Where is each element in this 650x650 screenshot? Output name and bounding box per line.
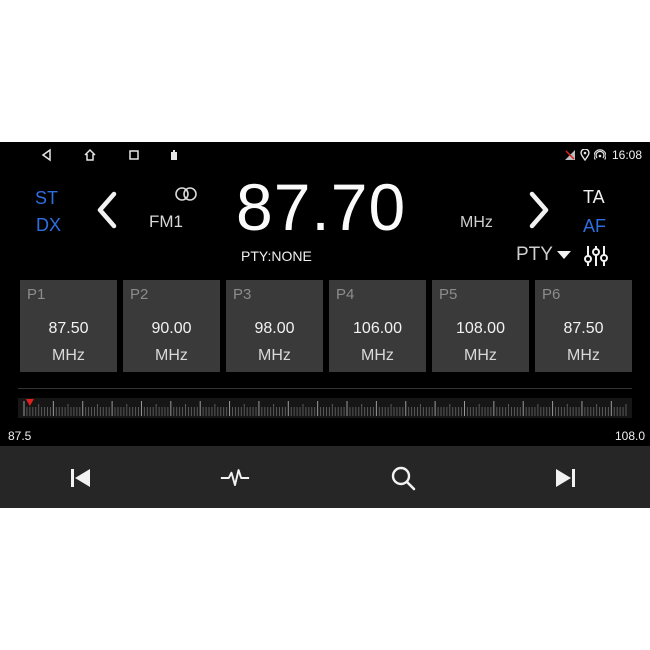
preset-tag: P6: [542, 286, 561, 303]
preset-unit: MHz: [567, 347, 600, 364]
frequency-display: 87.70: [236, 170, 407, 244]
waveform-button[interactable]: [220, 463, 250, 493]
preset-button-p1[interactable]: P1 87.50 MHz: [20, 280, 117, 372]
preset-frequency: 98.00: [254, 320, 295, 337]
af-toggle[interactable]: AF: [583, 216, 606, 237]
next-button[interactable]: [550, 463, 580, 493]
status-bar: 16:08: [0, 142, 650, 168]
ta-toggle[interactable]: TA: [583, 187, 605, 208]
preset-unit: MHz: [155, 347, 188, 364]
preset-frequency: 90.00: [151, 320, 192, 337]
band-label[interactable]: FM1: [149, 212, 183, 232]
radio-screen: 16:08 ST DX FM1 87.70 MHz TA AF PTY:NONE…: [0, 142, 650, 508]
no-signal-icon: [564, 150, 575, 160]
preset-tag: P3: [233, 286, 252, 303]
range-max-label: 108.0: [614, 429, 645, 443]
preset-button-p4[interactable]: P4 106.00 MHz: [329, 280, 426, 372]
screenshot-icon[interactable]: [167, 148, 181, 162]
clock: 16:08: [611, 148, 642, 162]
search-icon: [391, 466, 416, 491]
preset-button-p2[interactable]: P2 90.00 MHz: [123, 280, 220, 372]
equalizer-settings-icon[interactable]: [583, 244, 609, 268]
recents-icon[interactable]: [127, 148, 141, 162]
preset-button-p5[interactable]: P5 108.00 MHz: [432, 280, 529, 372]
preset-frequency: 87.50: [563, 320, 604, 337]
frequency-unit: MHz: [460, 214, 493, 231]
seek-up-chevron-icon[interactable]: [524, 190, 554, 230]
preset-button-p3[interactable]: P3 98.00 MHz: [226, 280, 323, 372]
preset-unit: MHz: [464, 347, 497, 364]
stereo-rings-icon: [175, 187, 197, 201]
previous-button[interactable]: [66, 463, 96, 493]
preset-tag: P5: [439, 286, 458, 303]
dropdown-arrow-icon: [556, 250, 571, 259]
next-icon: [556, 469, 575, 487]
range-min-label: 87.5: [8, 429, 32, 443]
control-bar: [0, 446, 650, 508]
dx-toggle[interactable]: DX: [36, 215, 61, 236]
status-indicators: 16:08: [564, 147, 642, 163]
preset-unit: MHz: [258, 347, 291, 364]
location-icon: [580, 149, 590, 161]
preset-button-p6[interactable]: P6 87.50 MHz: [535, 280, 632, 372]
previous-icon: [71, 469, 90, 487]
pty-dropdown-label: PTY: [516, 244, 553, 265]
hotspot-icon: [593, 149, 606, 160]
preset-frequency: 108.00: [456, 320, 505, 337]
preset-tag: P4: [336, 286, 355, 303]
preset-tag: P2: [130, 286, 149, 303]
seek-down-chevron-icon[interactable]: [92, 190, 122, 230]
scale-divider: [18, 388, 632, 389]
preset-tag: P1: [27, 286, 46, 303]
pty-dropdown[interactable]: PTY: [516, 244, 571, 266]
pty-status: PTY:NONE: [241, 248, 312, 264]
waveform-icon: [220, 469, 250, 487]
tuning-scale[interactable]: [18, 394, 632, 424]
search-button[interactable]: [388, 463, 418, 493]
preset-list: P1 87.50 MHz P2 90.00 MHz P3 98.00 MHz P…: [20, 280, 632, 373]
preset-unit: MHz: [52, 347, 85, 364]
preset-frequency: 87.50: [48, 320, 89, 337]
preset-frequency: 106.00: [353, 320, 402, 337]
home-icon[interactable]: [83, 148, 97, 162]
preset-unit: MHz: [361, 347, 394, 364]
back-icon[interactable]: [40, 148, 54, 162]
stereo-indicator[interactable]: ST: [35, 188, 58, 209]
